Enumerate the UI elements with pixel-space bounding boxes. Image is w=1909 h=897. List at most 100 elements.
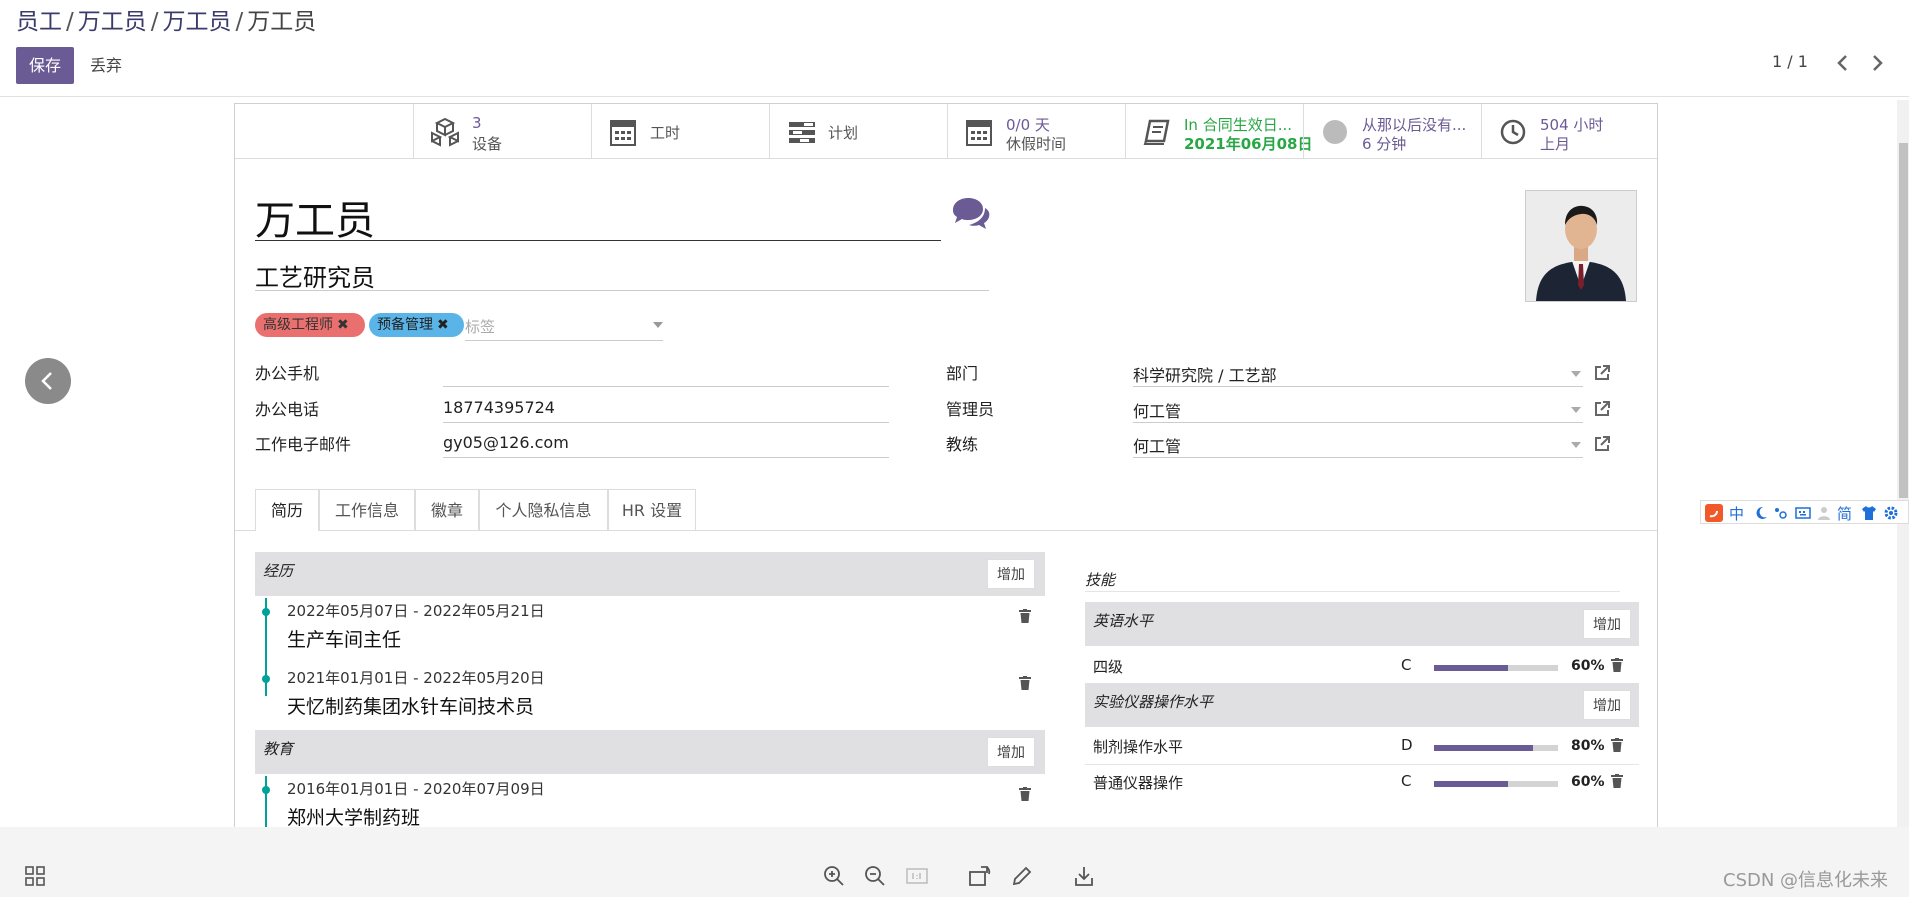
gear-icon[interactable]	[1883, 505, 1899, 521]
caret-down-icon[interactable]	[1571, 442, 1581, 448]
breadcrumb-item[interactable]: 万工员	[78, 9, 147, 35]
discard-button[interactable]: 丢弃	[90, 47, 122, 84]
resume-line-title[interactable]: 天忆制药集团水针车间技术员	[287, 692, 534, 719]
external-link-icon[interactable]	[1593, 364, 1611, 382]
edit-pencil-icon[interactable]	[1010, 864, 1034, 888]
breadcrumb-separator: /	[150, 9, 159, 35]
close-icon[interactable]: ✖	[437, 317, 449, 333]
resume-section-header: 教育 增加	[255, 730, 1045, 774]
smart-button-contract[interactable]: In 合同生效日... 2021年06月08日	[1125, 104, 1313, 159]
user-icon[interactable]	[1816, 505, 1832, 521]
chevron-left-icon[interactable]	[1832, 50, 1854, 76]
zoom-in-icon[interactable]	[822, 864, 846, 888]
job-title-field[interactable]: 工艺研究员	[255, 258, 375, 293]
coach-select[interactable]: 何工管	[1133, 433, 1181, 457]
resume-section-title: 教育	[263, 740, 294, 758]
add-skill-button[interactable]: 增加	[1583, 609, 1631, 639]
smart-button-timesheet[interactable]: 工时	[591, 104, 769, 159]
download-icon[interactable]	[1072, 864, 1096, 888]
add-resume-line-button[interactable]: 增加	[987, 559, 1035, 589]
department-select[interactable]: 科学研究院 / 工艺部	[1133, 362, 1277, 386]
skill-group-header: 英语水平 增加	[1085, 602, 1639, 646]
caret-down-icon[interactable]	[653, 322, 663, 328]
trash-icon[interactable]	[1611, 774, 1623, 788]
previous-record-button[interactable]	[25, 358, 71, 404]
work-email-field[interactable]: gy05@126.com	[443, 433, 569, 452]
resume-line-title[interactable]: 生产车间主任	[287, 625, 401, 652]
skill-level: C	[1401, 656, 1412, 674]
moon-icon[interactable]	[1753, 505, 1769, 521]
trash-icon[interactable]	[1019, 787, 1031, 801]
trash-icon[interactable]	[1019, 609, 1031, 623]
keyboard-icon[interactable]	[1795, 506, 1811, 520]
tab-hr-settings[interactable]: HR 设置	[608, 489, 696, 530]
tag-chip[interactable]: 预备管理 ✖	[369, 313, 464, 337]
employee-avatar[interactable]	[1525, 190, 1637, 302]
tab-badges[interactable]: 徽章	[415, 489, 479, 530]
zoom-out-icon[interactable]	[863, 864, 887, 888]
field-label-email: 工作电子邮件	[255, 435, 352, 454]
tag-chip[interactable]: 高级工程师 ✖	[255, 313, 365, 337]
tab-resume[interactable]: 简历	[255, 489, 319, 531]
caret-down-icon[interactable]	[1571, 407, 1581, 413]
trash-icon[interactable]	[1611, 738, 1623, 752]
smart-button-label: 2021年06月08日	[1184, 135, 1313, 153]
pager-value[interactable]: 1 / 1	[1772, 52, 1808, 71]
skill-progress-fill	[1434, 781, 1509, 787]
cubes-icon	[431, 117, 459, 147]
breadcrumb-separator: /	[235, 9, 244, 35]
actual-size-icon[interactable]	[905, 864, 929, 888]
chevron-left-icon	[41, 372, 52, 390]
skill-percent: 60%	[1571, 774, 1605, 790]
add-resume-line-button[interactable]: 增加	[987, 737, 1035, 767]
skin-shirt-icon[interactable]	[1861, 505, 1877, 521]
skill-progress-fill	[1434, 665, 1509, 671]
skill-name[interactable]: 制剂操作水平	[1093, 736, 1183, 757]
mobile-phone-field[interactable]	[443, 360, 889, 382]
skill-percent: 80%	[1571, 738, 1605, 754]
smart-button-planning[interactable]: 计划	[769, 104, 947, 159]
breadcrumb-item[interactable]: 万工员	[163, 9, 232, 35]
tab-work-info[interactable]: 工作信息	[319, 489, 415, 530]
work-phone-field[interactable]: 18774395724	[443, 398, 555, 417]
chat-bubbles-icon[interactable]	[949, 196, 991, 232]
external-link-icon[interactable]	[1593, 435, 1611, 453]
ime-simplified-mode[interactable]: 简	[1837, 503, 1852, 524]
employee-name-field[interactable]: 万工员	[255, 188, 375, 246]
smart-button-equipment[interactable]: 3 设备	[413, 104, 591, 159]
smart-button-attendance[interactable]: 504 小时 上月	[1481, 104, 1657, 159]
add-skill-button[interactable]: 增加	[1583, 690, 1631, 720]
field-underline	[443, 457, 889, 458]
name-underline	[255, 240, 941, 241]
tag-label: 高级工程师	[263, 317, 333, 333]
smart-button-presence[interactable]: 从那以后没有... 6 分钟	[1303, 104, 1481, 159]
resume-line-title[interactable]: 郑州大学制药班	[287, 803, 420, 830]
rotate-icon[interactable]	[968, 864, 992, 888]
watermark: CSDN @信息化未来	[1723, 870, 1889, 891]
smart-button-value: 从那以后没有...	[1362, 116, 1467, 134]
skill-name[interactable]: 四级	[1093, 656, 1123, 677]
close-icon[interactable]: ✖	[337, 317, 349, 333]
smart-button-value: In 合同生效日...	[1184, 116, 1293, 134]
external-link-icon[interactable]	[1593, 400, 1611, 418]
smart-button-time-off[interactable]: 0/0 天 休假时间	[947, 104, 1125, 159]
field-label-department: 部门	[946, 364, 979, 383]
trash-icon[interactable]	[1019, 676, 1031, 690]
trash-icon[interactable]	[1611, 658, 1623, 672]
manager-select[interactable]: 何工管	[1133, 398, 1181, 422]
breadcrumb-item[interactable]: 员工	[16, 9, 62, 35]
grid-view-icon[interactable]	[23, 864, 47, 888]
skill-percent: 60%	[1571, 658, 1605, 674]
ime-chinese-mode[interactable]: 中	[1729, 503, 1744, 524]
punctuation-icon[interactable]	[1773, 505, 1789, 521]
tags-input[interactable]: 标签	[465, 316, 495, 337]
scrollbar-thumb[interactable]	[1899, 143, 1908, 498]
skill-name[interactable]: 普通仪器操作	[1093, 772, 1183, 793]
save-button[interactable]: 保存	[16, 47, 74, 84]
tab-private-info[interactable]: 个人隐私信息	[479, 489, 608, 530]
chevron-right-icon[interactable]	[1866, 50, 1888, 76]
sogou-logo-icon[interactable]	[1705, 504, 1723, 522]
control-panel-divider	[0, 96, 1909, 97]
breadcrumb-current: 万工员	[247, 9, 317, 35]
caret-down-icon[interactable]	[1571, 371, 1581, 377]
